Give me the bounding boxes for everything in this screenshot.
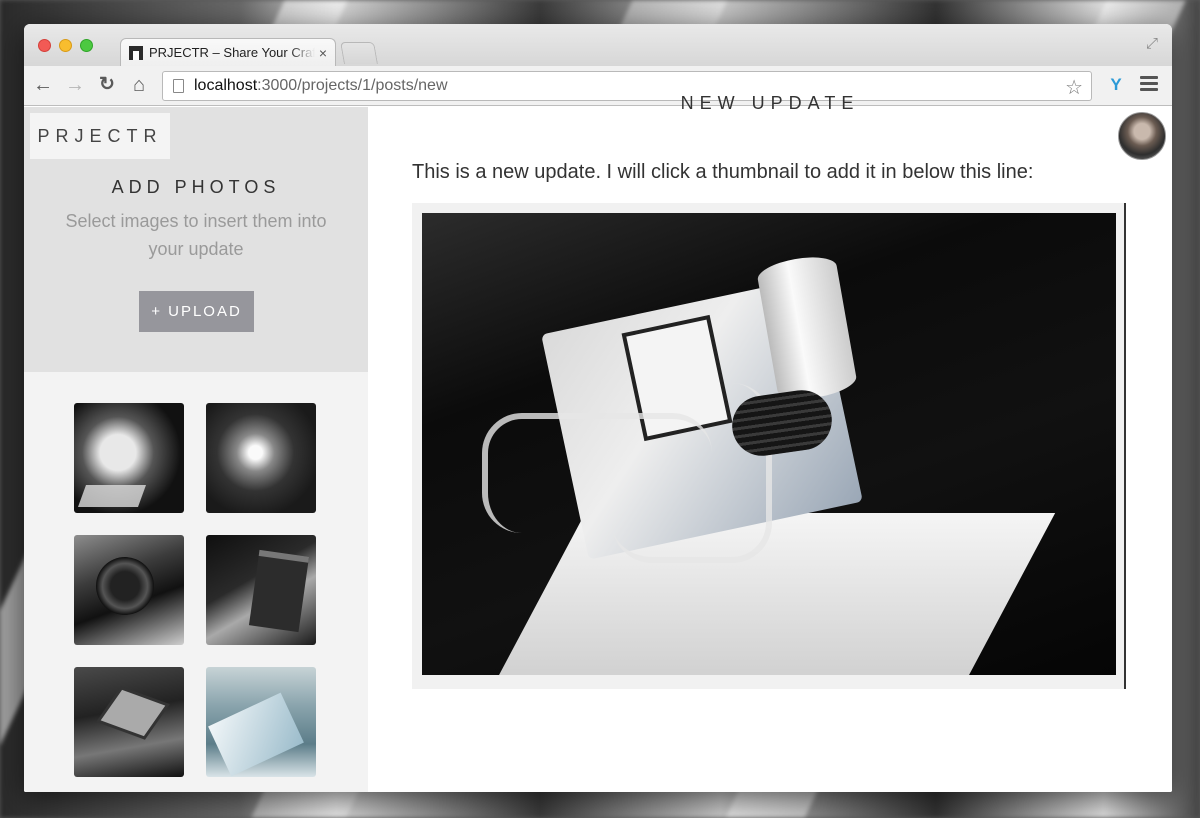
hamburger-menu-icon[interactable] [1140, 76, 1158, 92]
page-icon [173, 79, 184, 93]
forward-arrow-icon[interactable]: → [64, 74, 86, 96]
tab-bar: PRJECTR – Share Your Craft × ⤢ [24, 24, 1172, 66]
add-photos-subtitle: Select images to insert them into your u… [65, 211, 327, 259]
favicon-icon [129, 45, 143, 60]
window-minimize-button[interactable] [59, 39, 72, 52]
window-close-button[interactable] [38, 39, 51, 52]
photo-thumbnail[interactable] [74, 667, 184, 777]
update-body-text[interactable]: This is a new update. I will click a thu… [412, 161, 1033, 184]
browser-window: PRJECTR – Share Your Craft × ⤢ ← → ↻ ⌂ l… [24, 24, 1172, 792]
back-arrow-icon[interactable]: ← [32, 74, 54, 96]
add-photos-title: ADD PHOTOS [111, 177, 281, 197]
add-photos-panel: PRJECTR ADD PHOTOS Select images to inse… [24, 107, 368, 372]
update-editor: NEW UPDATE This is a new update. I will … [368, 93, 1172, 792]
page-content: PRJECTR ADD PHOTOS Select images to inse… [24, 93, 1172, 792]
photo-thumbnail[interactable] [206, 403, 316, 513]
browser-tab[interactable]: PRJECTR – Share Your Craft × [120, 38, 336, 66]
home-icon[interactable]: ⌂ [128, 74, 150, 96]
photos-sidebar: PRJECTR ADD PHOTOS Select images to inse… [24, 107, 368, 792]
photo-thumbnail[interactable] [206, 535, 316, 645]
thumbnail-grid [74, 403, 318, 777]
reload-icon[interactable]: ↻ [96, 74, 118, 96]
photo-thumbnail[interactable] [74, 535, 184, 645]
tab-title: PRJECTR – Share Your Craft [149, 45, 315, 60]
page-title: NEW UPDATE [680, 93, 860, 113]
tab-close-icon[interactable]: × [319, 45, 327, 61]
window-maximize-button[interactable] [80, 39, 93, 52]
inserted-image-frame[interactable] [412, 203, 1126, 689]
photo-thumbnail[interactable] [206, 667, 316, 777]
avatar[interactable] [1118, 112, 1166, 160]
fullscreen-icon[interactable]: ⤢ [1144, 36, 1160, 52]
upload-button[interactable]: + UPLOAD [139, 291, 254, 332]
extension-icon[interactable]: Y [1106, 75, 1126, 95]
new-tab-button[interactable] [340, 42, 378, 64]
url-host: localhost [194, 77, 258, 94]
inserted-photo [422, 213, 1116, 675]
photo-thumbnail[interactable] [74, 403, 184, 513]
logo[interactable]: PRJECTR [30, 113, 170, 159]
